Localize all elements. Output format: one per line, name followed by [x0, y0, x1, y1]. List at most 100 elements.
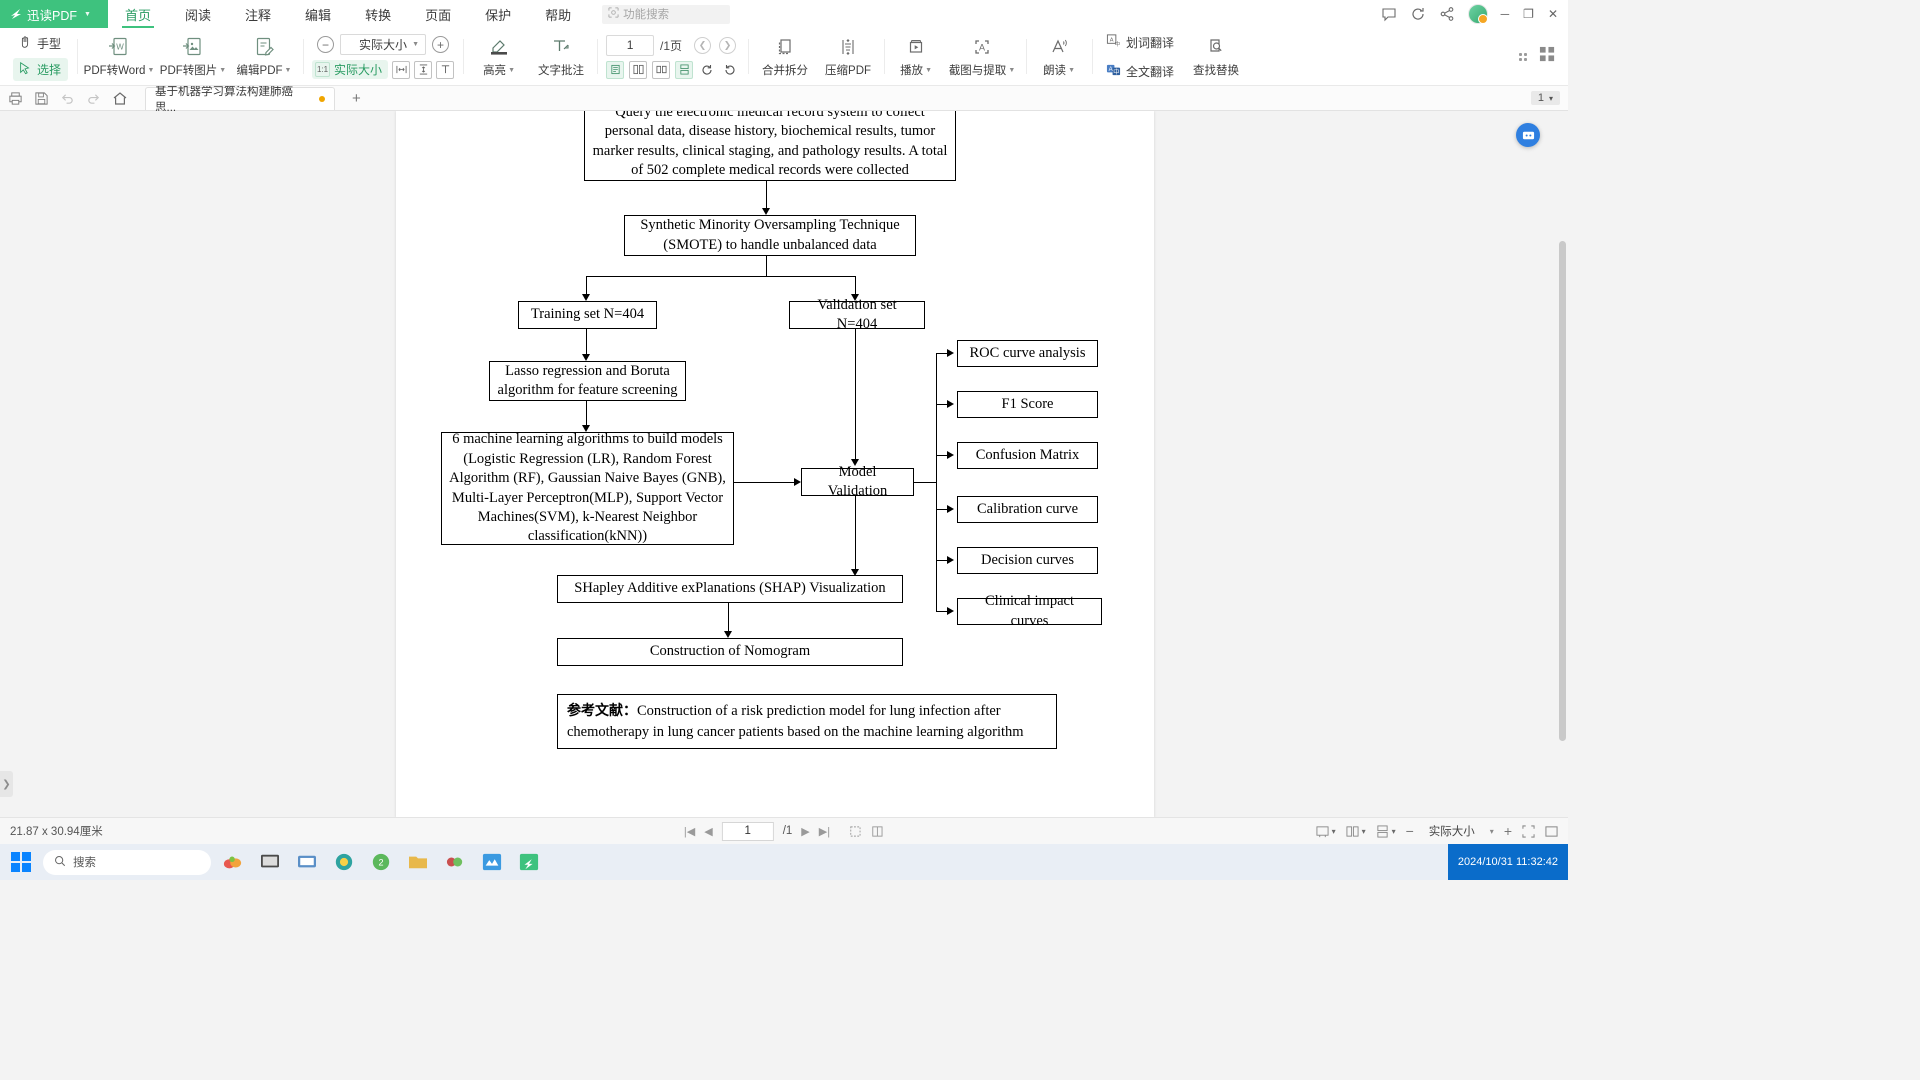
next-page-button[interactable]: ❯ [719, 36, 737, 54]
full-translate-button[interactable]: A中 全文翻译 [1101, 59, 1181, 83]
last-page-button[interactable]: ▶| [819, 825, 830, 838]
prev-page-button[interactable]: ◀ [704, 825, 712, 838]
book-view-button[interactable] [652, 60, 671, 79]
vertical-scrollbar[interactable] [1556, 111, 1568, 817]
chevron-down-icon[interactable]: ▾ [1332, 827, 1336, 836]
chevron-down-icon[interactable]: ▼ [147, 67, 154, 74]
home-icon[interactable] [112, 90, 128, 106]
maximize-button[interactable]: ❐ [1523, 7, 1534, 21]
text-annotate-button[interactable]: 文字批注 [530, 28, 592, 85]
menu-tab-protect[interactable]: 保护 [468, 0, 528, 28]
brand-caret-icon[interactable]: ▼ [84, 11, 91, 18]
chevron-down-icon[interactable]: ▼ [925, 67, 932, 74]
pdf-page[interactable]: Query the electronic medical record syst… [396, 111, 1154, 817]
select-tool-button[interactable]: 选择 [13, 58, 69, 81]
minimize-button[interactable]: ─ [1501, 7, 1510, 21]
hand-tool-button[interactable]: 手型 [13, 32, 68, 55]
status-zoom-label[interactable]: 实际大小 [1424, 823, 1480, 839]
sidebar-expand-button[interactable]: ❯ [0, 771, 13, 797]
undo-icon[interactable] [60, 91, 75, 106]
page-crop-icon[interactable] [849, 825, 862, 838]
chevron-down-icon[interactable]: ▾ [1362, 827, 1366, 836]
taskbar-app-2[interactable] [255, 848, 285, 876]
rotate-right-button[interactable] [721, 61, 739, 79]
taskbar-app-7[interactable] [440, 848, 470, 876]
print-icon[interactable] [8, 91, 23, 106]
taskbar-app-xundu[interactable] [514, 848, 544, 876]
save-icon[interactable] [34, 91, 49, 106]
find-replace-button[interactable]: 查找替换 [1185, 28, 1247, 85]
page-indicator-chip[interactable]: 1 ▾ [1530, 91, 1560, 105]
text-fit-button[interactable] [436, 60, 455, 79]
prev-page-button[interactable]: ❮ [694, 36, 712, 54]
next-page-button[interactable]: ▶ [801, 825, 809, 838]
first-page-button[interactable]: |◀ [684, 825, 695, 838]
edit-pdf-button[interactable]: 编辑PDF ▼ [230, 28, 298, 85]
pdf-to-word-button[interactable]: W PDF转Word ▼ [82, 28, 156, 85]
rotate-left-button[interactable] [698, 61, 716, 79]
menu-tab-convert[interactable]: 转换 [348, 0, 408, 28]
chevron-down-icon[interactable]: ▾ [1392, 827, 1396, 836]
read-aloud-button[interactable]: 朗读 ▼ [1031, 28, 1087, 85]
taskbar-search-box[interactable]: 搜索 [43, 849, 211, 875]
chevron-down-icon[interactable]: ▾ [1549, 94, 1553, 103]
actual-size-button[interactable]: 1:1 实际大小 [312, 60, 389, 79]
layout-select[interactable]: ▾ [1346, 825, 1366, 838]
app-brand[interactable]: 迅读PDF ▼ [0, 0, 108, 28]
menu-tab-page[interactable]: 页面 [408, 0, 468, 28]
taskbar-clock[interactable]: 2024/10/31 11:32:42 [1447, 844, 1568, 880]
more-options-icon[interactable] [1519, 52, 1527, 61]
pdf-to-image-button[interactable]: PDF转图片 ▼ [156, 28, 230, 85]
refresh-icon[interactable] [1410, 6, 1426, 22]
feedback-icon[interactable] [1381, 6, 1397, 22]
compress-pdf-button[interactable]: 压缩PDF [817, 28, 879, 85]
zoom-level-select[interactable]: 实际大小 ▼ [340, 34, 427, 55]
document-tab[interactable]: 基于机器学习算法构建肺癌思... [145, 86, 335, 114]
page-split-icon[interactable] [871, 825, 884, 838]
scroll-mode-select[interactable]: ▾ [1376, 824, 1396, 838]
play-button[interactable]: 播放 ▼ [889, 28, 943, 85]
two-page-view-button[interactable] [629, 60, 648, 79]
fit-page-button[interactable] [414, 60, 433, 79]
chevron-down-icon[interactable]: ▾ [1490, 827, 1494, 836]
fit-screen-icon[interactable] [1522, 824, 1535, 838]
taskbar-app-4[interactable] [329, 848, 359, 876]
screenshot-extract-button[interactable]: A 截图与提取 ▼ [943, 28, 1021, 85]
start-button[interactable] [6, 849, 36, 875]
scrollbar-thumb[interactable] [1559, 241, 1566, 741]
status-page-input[interactable]: 1 [721, 821, 774, 841]
view-mode-select[interactable]: ▾ [1316, 825, 1336, 838]
layout-grid-icon[interactable] [1539, 46, 1556, 68]
share-icon[interactable] [1439, 6, 1455, 22]
zoom-in-button[interactable]: + [432, 36, 450, 53]
taskbar-app-3[interactable] [292, 848, 322, 876]
chevron-down-icon[interactable]: ▼ [1008, 67, 1015, 74]
user-avatar[interactable] [1467, 4, 1488, 24]
merge-split-button[interactable]: 合并拆分 [753, 28, 817, 85]
menu-tab-edit[interactable]: 编辑 [288, 0, 348, 28]
new-tab-button[interactable]: + [352, 90, 361, 107]
redo-icon[interactable] [86, 91, 101, 106]
close-button[interactable]: ✕ [1548, 7, 1558, 21]
menu-tab-home[interactable]: 首页 [108, 0, 168, 28]
menu-tab-read[interactable]: 阅读 [168, 0, 228, 28]
fullscreen-icon[interactable] [1545, 825, 1558, 838]
single-page-view-button[interactable] [606, 60, 625, 79]
word-translate-button[interactable]: A中 划词翻译 [1101, 30, 1181, 54]
chevron-down-icon[interactable]: ▼ [219, 67, 226, 74]
floating-assistant-button[interactable] [1516, 123, 1540, 147]
chevron-down-icon[interactable]: ▼ [1068, 67, 1075, 74]
chevron-down-icon[interactable]: ▼ [285, 67, 292, 74]
chevron-down-icon[interactable]: ▼ [412, 41, 419, 48]
page-number-input[interactable]: 1 [606, 34, 655, 56]
status-zoom-in-button[interactable]: + [1504, 823, 1512, 839]
taskbar-app-5[interactable]: 2 [366, 848, 396, 876]
taskbar-app-1[interactable] [218, 848, 248, 876]
highlight-button[interactable]: 高亮 ▼ [468, 28, 530, 85]
menu-tab-help[interactable]: 帮助 [528, 0, 588, 28]
status-zoom-out-button[interactable]: − [1406, 823, 1414, 839]
fit-width-button[interactable] [392, 60, 411, 79]
chevron-down-icon[interactable]: ▼ [508, 67, 515, 74]
menu-tab-annotate[interactable]: 注释 [228, 0, 288, 28]
function-search-box[interactable]: 功能搜索 [602, 4, 731, 24]
